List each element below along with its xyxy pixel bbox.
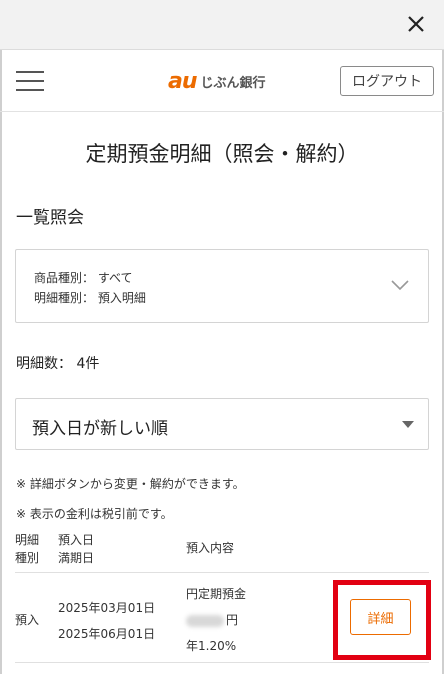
- masked-amount: [186, 614, 224, 627]
- hamburger-menu-icon[interactable]: [16, 69, 44, 93]
- app-header: au じぶん銀行 ログアウト: [0, 50, 444, 112]
- header-content: 預入内容: [186, 541, 235, 555]
- chevron-down-icon: [391, 280, 409, 291]
- row-amount: 円: [186, 611, 238, 628]
- bank-logo: au じぶん銀行: [168, 68, 266, 94]
- header-deposit-date: 預入日: [58, 533, 95, 547]
- row-product: 円定期預金: [186, 587, 247, 601]
- row-amount-suffix: 円: [226, 613, 239, 627]
- filter-dropdown[interactable]: 商品種別： すべて 明細種別： 預入明細: [15, 249, 429, 323]
- logo-name: じぶん銀行: [200, 75, 266, 91]
- header-type-1: 明細: [15, 533, 40, 547]
- row-maturity-date: 2025年06月01日: [58, 627, 156, 641]
- top-bar: [0, 0, 444, 50]
- logo-au: au: [168, 68, 197, 94]
- logout-button[interactable]: ログアウト: [340, 66, 434, 96]
- page-title: 定期預金明細（照会・解約）: [85, 142, 359, 166]
- detail-button[interactable]: 詳細: [350, 599, 411, 635]
- filter-detail-type: 明細種別： 預入明細: [34, 291, 146, 305]
- caret-down-icon: [402, 421, 414, 428]
- row-type: 預入: [15, 613, 40, 627]
- note-detail-button: ※ 詳細ボタンから変更・解約ができます。: [16, 477, 245, 491]
- filter-product-type: 商品種別： すべて: [34, 271, 133, 285]
- row-rate: 年1.20%: [186, 639, 237, 653]
- sort-selected-value: 預入日が新しい順: [32, 419, 168, 439]
- section-title: 一覧照会: [16, 208, 84, 228]
- header-type-2: 種別: [15, 551, 40, 565]
- table-header-divider: [15, 572, 429, 573]
- header-maturity-date: 満期日: [58, 551, 95, 565]
- note-interest-rate: ※ 表示の金利は税引前です。: [16, 507, 173, 521]
- row-divider: [15, 662, 429, 663]
- detail-count: 明細数： 4件: [16, 356, 100, 372]
- sort-select[interactable]: 預入日が新しい順: [15, 398, 429, 450]
- close-icon[interactable]: [404, 12, 428, 36]
- row-deposit-date: 2025年03月01日: [58, 601, 156, 615]
